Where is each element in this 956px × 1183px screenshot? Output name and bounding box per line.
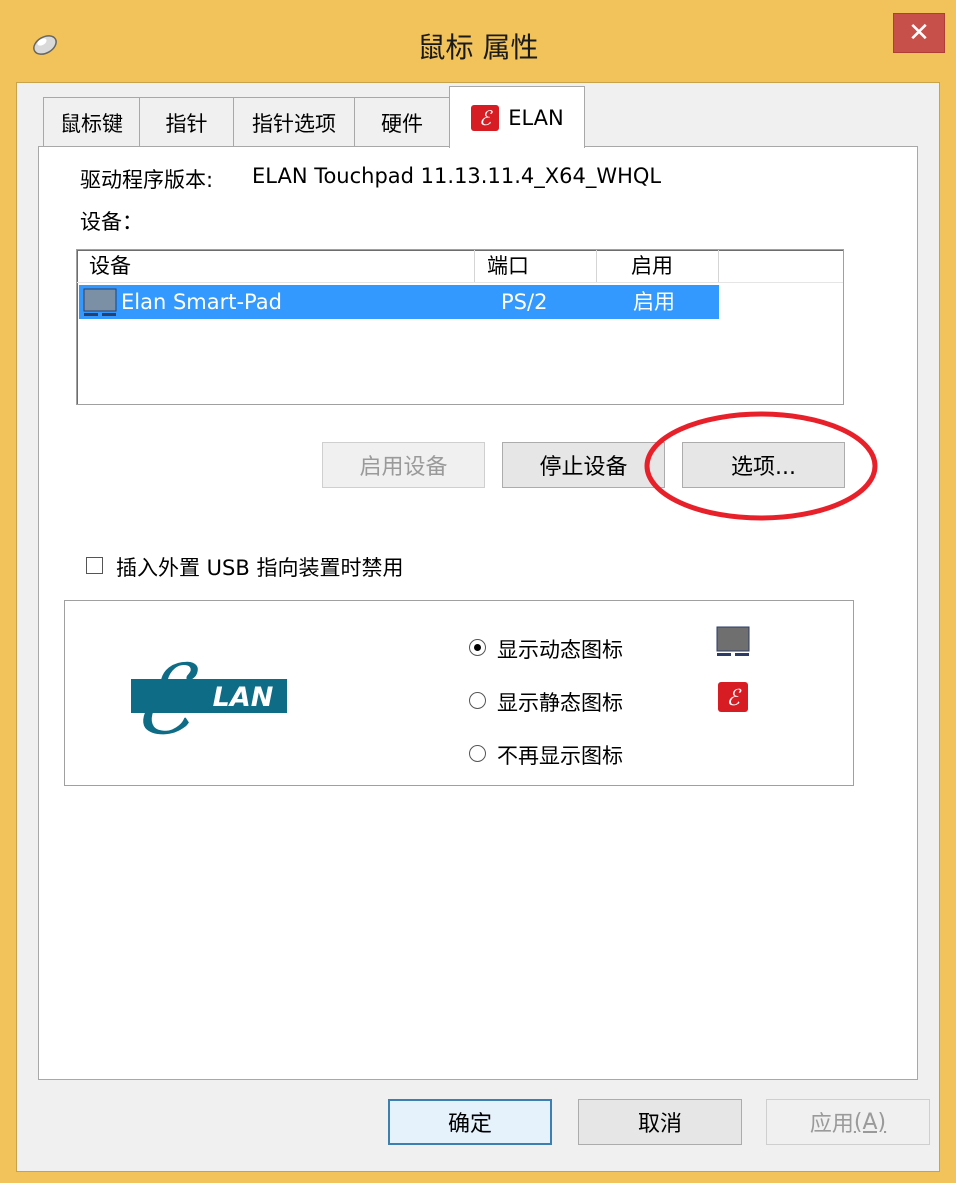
device-port-cell: PS/2 bbox=[501, 290, 548, 314]
devices-label: 设备： bbox=[80, 210, 143, 234]
tab-buttons[interactable]: 鼠标键 bbox=[43, 97, 140, 147]
enable-device-button[interactable]: 启用设备 bbox=[322, 442, 485, 488]
show-dynamic-icon-radio[interactable] bbox=[469, 639, 486, 656]
annotation-ellipse bbox=[644, 411, 878, 521]
column-header-enabled[interactable]: 启用 bbox=[597, 250, 719, 282]
usb-disable-label: 插入外置 USB 指向装置时禁用 bbox=[116, 556, 404, 580]
mouse-properties-window: 鼠标 属性 ✕ 鼠标键 指针 指针选项 硬件 ℰ ELAN 驱动程序版本: EL… bbox=[0, 0, 956, 1183]
touchpad-icon bbox=[83, 288, 117, 316]
driver-version-value: ELAN Touchpad 11.13.11.4_X64_WHQL bbox=[252, 164, 662, 188]
hide-icon-label: 不再显示图标 bbox=[497, 744, 623, 768]
cancel-button[interactable]: 取消 bbox=[578, 1099, 742, 1145]
ok-button[interactable]: 确定 bbox=[388, 1099, 552, 1145]
device-list[interactable]: 设备 端口 启用 Elan Smart-Pad PS/2 启用 bbox=[76, 249, 844, 405]
tab-hardware[interactable]: 硬件 bbox=[354, 97, 450, 147]
tab-elan[interactable]: ℰ ELAN bbox=[449, 86, 585, 148]
device-enabled-cell: 启用 bbox=[633, 290, 675, 314]
close-icon: ✕ bbox=[908, 18, 930, 48]
tab-pointers[interactable]: 指针 bbox=[139, 97, 234, 147]
usb-disable-checkbox[interactable] bbox=[86, 557, 103, 574]
show-static-icon-radio[interactable] bbox=[469, 692, 486, 709]
header-divider bbox=[77, 282, 843, 283]
show-dynamic-icon-label: 显示动态图标 bbox=[497, 638, 623, 662]
column-header-device[interactable]: 设备 bbox=[77, 250, 475, 282]
elan-tab-icon: ℰ bbox=[471, 104, 500, 131]
column-header-port[interactable]: 端口 bbox=[475, 250, 597, 282]
elan-logo: ℰ LAN bbox=[131, 645, 287, 751]
driver-version-label: 驱动程序版本: bbox=[80, 168, 214, 192]
dynamic-touchpad-icon bbox=[716, 626, 750, 656]
elan-logo-text: LAN bbox=[213, 682, 274, 713]
title-bar[interactable]: 鼠标 属性 ✕ bbox=[0, 0, 956, 82]
icon-display-group: ℰ LAN 显示动态图标 显示静态图标 ℰ 不再显示图标 bbox=[64, 600, 854, 786]
device-name-cell: Elan Smart-Pad bbox=[121, 290, 282, 314]
tab-pointer-options[interactable]: 指针选项 bbox=[233, 97, 355, 147]
svg-text:ℰ: ℰ bbox=[479, 106, 493, 130]
show-static-icon-label: 显示静态图标 bbox=[497, 691, 623, 715]
close-button[interactable]: ✕ bbox=[893, 13, 945, 53]
window-title: 鼠标 属性 bbox=[417, 31, 539, 64]
static-elan-icon: ℰ bbox=[718, 682, 748, 712]
apply-button[interactable]: 应用 (A) bbox=[766, 1099, 930, 1145]
hide-icon-radio[interactable] bbox=[469, 745, 486, 762]
apply-mnemonic: (A) bbox=[853, 1109, 887, 1135]
svg-text:ℰ: ℰ bbox=[132, 645, 199, 751]
